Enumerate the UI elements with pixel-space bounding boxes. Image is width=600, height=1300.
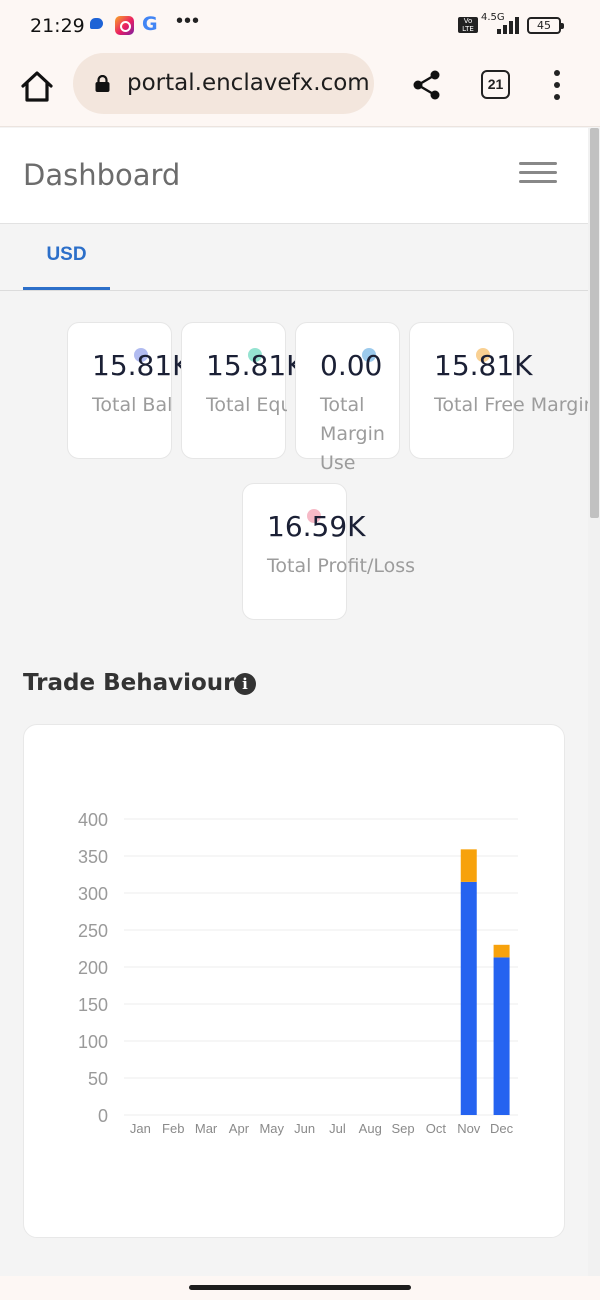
tab-usd-label: USD — [46, 244, 87, 265]
stat-label: Total Profit/Loss — [267, 555, 416, 577]
message-icon — [90, 18, 103, 29]
x-tick-label: Mar — [195, 1121, 218, 1136]
y-tick-label: 200 — [78, 958, 108, 978]
url-text: portal.enclavefx.com — [127, 70, 370, 96]
app-header: Dashboard — [0, 128, 588, 224]
browser-toolbar: portal.enclavefx.com 21 — [0, 50, 600, 127]
y-tick-label: 350 — [78, 847, 108, 867]
x-tick-label: Dec — [490, 1121, 514, 1136]
stat-label: Total Balance — [92, 394, 173, 416]
instagram-icon — [115, 16, 134, 35]
stat-value: 15.81K — [92, 349, 191, 382]
stat-label: Total Margin Use — [320, 394, 385, 474]
stat-value: 15.81K — [434, 349, 533, 382]
stat-value: 16.59K — [267, 510, 366, 543]
x-tick-label: Jul — [329, 1121, 346, 1136]
x-tick-label: Jun — [294, 1121, 315, 1136]
y-tick-label: 300 — [78, 884, 108, 904]
volte-icon: Vo LTE — [458, 17, 478, 33]
stat-card-total-equity[interactable]: 15.81K Total Equity — [181, 322, 305, 459]
signal-icon — [497, 17, 519, 34]
status-bar: 21:29 G ••• Vo LTE 4.5G 45 — [0, 0, 600, 50]
tab-switcher-button[interactable]: 21 — [481, 70, 510, 99]
hamburger-menu-icon[interactable] — [519, 162, 557, 184]
y-tick-label: 250 — [78, 921, 108, 941]
page-content: Dashboard USD 15.81K Total Balance 15.81… — [0, 128, 588, 1276]
x-tick-label: Aug — [359, 1121, 382, 1136]
share-icon[interactable] — [410, 68, 444, 102]
address-bar[interactable]: portal.enclavefx.com — [73, 53, 374, 114]
stat-label: Total Equity — [206, 394, 287, 416]
x-tick-label: Sep — [392, 1121, 415, 1136]
trade-behaviour-chart-card: 0 50 100 150 200 250 300 350 400 Jan Feb Mar Apr May J… — [23, 724, 565, 1238]
battery-icon: 45 — [527, 17, 564, 34]
home-icon[interactable] — [18, 68, 56, 106]
x-tick-label: May — [259, 1121, 284, 1136]
stat-label: Total Free Margin — [434, 394, 588, 416]
tab-usd[interactable]: USD — [23, 224, 110, 290]
stat-card-total-profit-loss[interactable]: 16.59K Total Profit/Loss — [242, 483, 415, 620]
bar-nov-series-1 — [460, 849, 477, 882]
y-tick-label: 400 — [78, 810, 108, 830]
stat-value: 0.00 — [320, 349, 383, 382]
y-tick-label: 0 — [98, 1106, 108, 1126]
x-tick-label: Apr — [229, 1121, 250, 1136]
trade-behaviour-title: Trade Behaviour — [23, 670, 235, 696]
more-menu-icon[interactable] — [548, 70, 566, 100]
home-indicator[interactable] — [189, 1285, 411, 1290]
bar-dec-series-1 — [493, 944, 510, 958]
stat-card-total-margin-use[interactable]: 0.00 Total Margin Use — [295, 322, 400, 474]
google-icon: G — [142, 13, 158, 35]
status-time: 21:29 — [30, 15, 85, 37]
y-tick-label: 150 — [78, 995, 108, 1015]
page-title: Dashboard — [23, 158, 181, 192]
x-tick-label: Feb — [162, 1121, 184, 1136]
currency-tabs: USD — [0, 224, 588, 291]
y-tick-label: 50 — [88, 1069, 108, 1089]
page-scrollbar[interactable] — [588, 128, 600, 1276]
scroll-thumb[interactable] — [590, 128, 599, 518]
stat-value: 15.81K — [206, 349, 305, 382]
more-dots-icon: ••• — [176, 10, 201, 32]
trade-behaviour-chart: 0 50 100 150 200 250 300 350 400 Jan Feb Mar Apr May J… — [78, 810, 518, 1136]
bar-nov-series-0 — [460, 881, 477, 1115]
y-tick-label: 100 — [78, 1032, 108, 1052]
x-tick-label: Oct — [426, 1121, 447, 1136]
stat-card-total-balance[interactable]: 15.81K Total Balance — [67, 322, 191, 459]
stat-card-total-free-margin[interactable]: 15.81K Total Free Margin — [409, 322, 588, 459]
bar-dec-series-0 — [493, 957, 510, 1115]
info-icon[interactable]: i — [234, 673, 256, 695]
x-tick-label: Jan — [130, 1121, 151, 1136]
navigation-bar — [0, 1276, 600, 1300]
x-tick-label: Nov — [457, 1121, 481, 1136]
lock-icon — [95, 75, 110, 92]
